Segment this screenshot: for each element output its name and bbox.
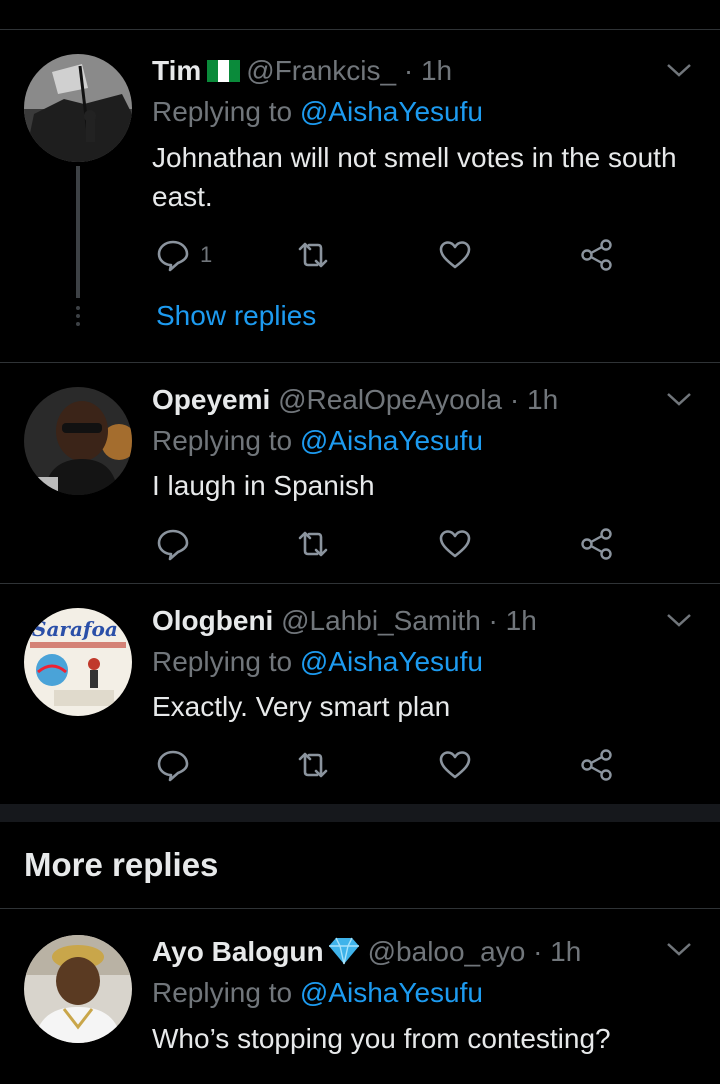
tweet-actions: 1 [156, 237, 626, 273]
retweet-icon [298, 752, 328, 778]
avatar[interactable] [24, 387, 132, 495]
timestamp[interactable]: 1h [527, 384, 558, 415]
tweet-opeyemi[interactable]: Opeyemi @RealOpeAyoola · 1h Replying to … [0, 363, 720, 584]
nigeria-flag-icon [207, 56, 241, 82]
like-button[interactable] [438, 237, 472, 273]
share-icon [581, 749, 612, 781]
share-button[interactable] [580, 526, 614, 562]
tweet-tim[interactable]: Tim @Frankcis_ · 1h Replying to @AishaYes… [0, 30, 720, 363]
tweet-header: Ologbeni @Lahbi_Samith · 1h [152, 604, 537, 638]
replying-to: Replying to @AishaYesufu [152, 976, 483, 1010]
tweet-actions [156, 747, 626, 783]
retweet-button[interactable] [296, 237, 330, 273]
replying-to: Replying to @AishaYesufu [152, 95, 483, 129]
previous-tweet-actions [0, 0, 720, 30]
heart-icon [439, 751, 471, 779]
chevron-down-icon[interactable] [666, 391, 692, 407]
retweet-icon [298, 242, 328, 268]
diamond-icon [328, 937, 359, 965]
retweet-button[interactable] [296, 747, 330, 783]
display-name[interactable]: Opeyemi [152, 384, 270, 415]
comment-icon [157, 240, 189, 272]
tweet-text: Johnathan will not smell votes in the so… [152, 142, 677, 212]
thread-dots [74, 306, 82, 330]
tweet-ayo-balogun[interactable]: Ayo Balogun @baloo_ayo · 1h Replying to @… [0, 909, 720, 1084]
tweet-text: Who’s stopping you from contesting? [152, 1023, 611, 1054]
section-divider [0, 804, 720, 822]
share-icon [581, 239, 612, 271]
replying-prefix: Replying to [152, 425, 293, 456]
separator: · [488, 605, 498, 636]
replying-prefix: Replying to [152, 646, 293, 677]
reply-button[interactable] [156, 747, 190, 783]
mention-link[interactable]: @AishaYesufu [300, 425, 483, 456]
display-name[interactable]: Tim [152, 55, 201, 86]
replying-to: Replying to @AishaYesufu [152, 645, 483, 679]
retweet-button[interactable] [296, 526, 330, 562]
handle[interactable]: @Frankcis_ [246, 55, 396, 86]
separator: · [403, 55, 414, 86]
handle[interactable]: @baloo_ayo [368, 936, 526, 967]
share-button[interactable] [580, 237, 614, 273]
tweet-header: Opeyemi @RealOpeAyoola · 1h [152, 383, 558, 417]
tweet-actions [156, 526, 626, 562]
mention-link[interactable]: @AishaYesufu [300, 96, 483, 127]
thread-line [76, 166, 80, 298]
avatar[interactable]: Sarafoa [24, 608, 132, 716]
comment-icon [157, 750, 189, 782]
tweet-header: Ayo Balogun @baloo_ayo · 1h [152, 935, 581, 969]
timestamp[interactable]: 1h [550, 936, 581, 967]
reply-count: 1 [200, 242, 213, 267]
mention-link[interactable]: @AishaYesufu [300, 646, 483, 677]
share-button[interactable] [580, 747, 614, 783]
display-name[interactable]: Ologbeni [152, 605, 273, 636]
heart-icon [439, 530, 471, 558]
chevron-down-icon[interactable] [666, 612, 692, 628]
mention-link[interactable]: @AishaYesufu [300, 977, 483, 1008]
comment-icon [157, 529, 189, 561]
handle[interactable]: @RealOpeAyoola [278, 384, 502, 415]
handle[interactable]: @Lahbi_Samith [281, 605, 481, 636]
chevron-down-icon[interactable] [666, 941, 692, 957]
tweet-header: Tim @Frankcis_ · 1h [152, 54, 452, 88]
heart-icon [439, 241, 471, 269]
tweet-text: I laugh in Spanish [152, 470, 375, 501]
avatar[interactable] [24, 54, 132, 162]
replying-to: Replying to @AishaYesufu [152, 424, 483, 458]
separator: · [533, 936, 543, 967]
replying-prefix: Replying to [152, 977, 293, 1008]
tweet-ologbeni[interactable]: Sarafoa Ologbeni @Lahbi_Samith · 1h Repl… [0, 584, 720, 804]
replying-prefix: Replying to [152, 96, 293, 127]
tweet-text: Exactly. Very smart plan [152, 691, 451, 722]
timestamp[interactable]: 1h [421, 55, 452, 86]
separator: · [509, 384, 520, 415]
like-button[interactable] [438, 747, 472, 783]
avatar[interactable] [24, 935, 132, 1043]
retweet-icon [298, 531, 328, 557]
show-replies-link[interactable]: Show replies [156, 300, 316, 332]
reply-button[interactable]: 1 [156, 237, 212, 273]
display-name[interactable]: Ayo Balogun [152, 936, 324, 967]
like-button[interactable] [438, 526, 472, 562]
share-icon [581, 528, 612, 560]
svg-text:Sarafoa: Sarafoa [32, 617, 118, 641]
more-replies-heading: More replies [24, 846, 219, 883]
chevron-down-icon[interactable] [666, 62, 692, 78]
timestamp[interactable]: 1h [506, 605, 537, 636]
reply-button[interactable] [156, 526, 190, 562]
